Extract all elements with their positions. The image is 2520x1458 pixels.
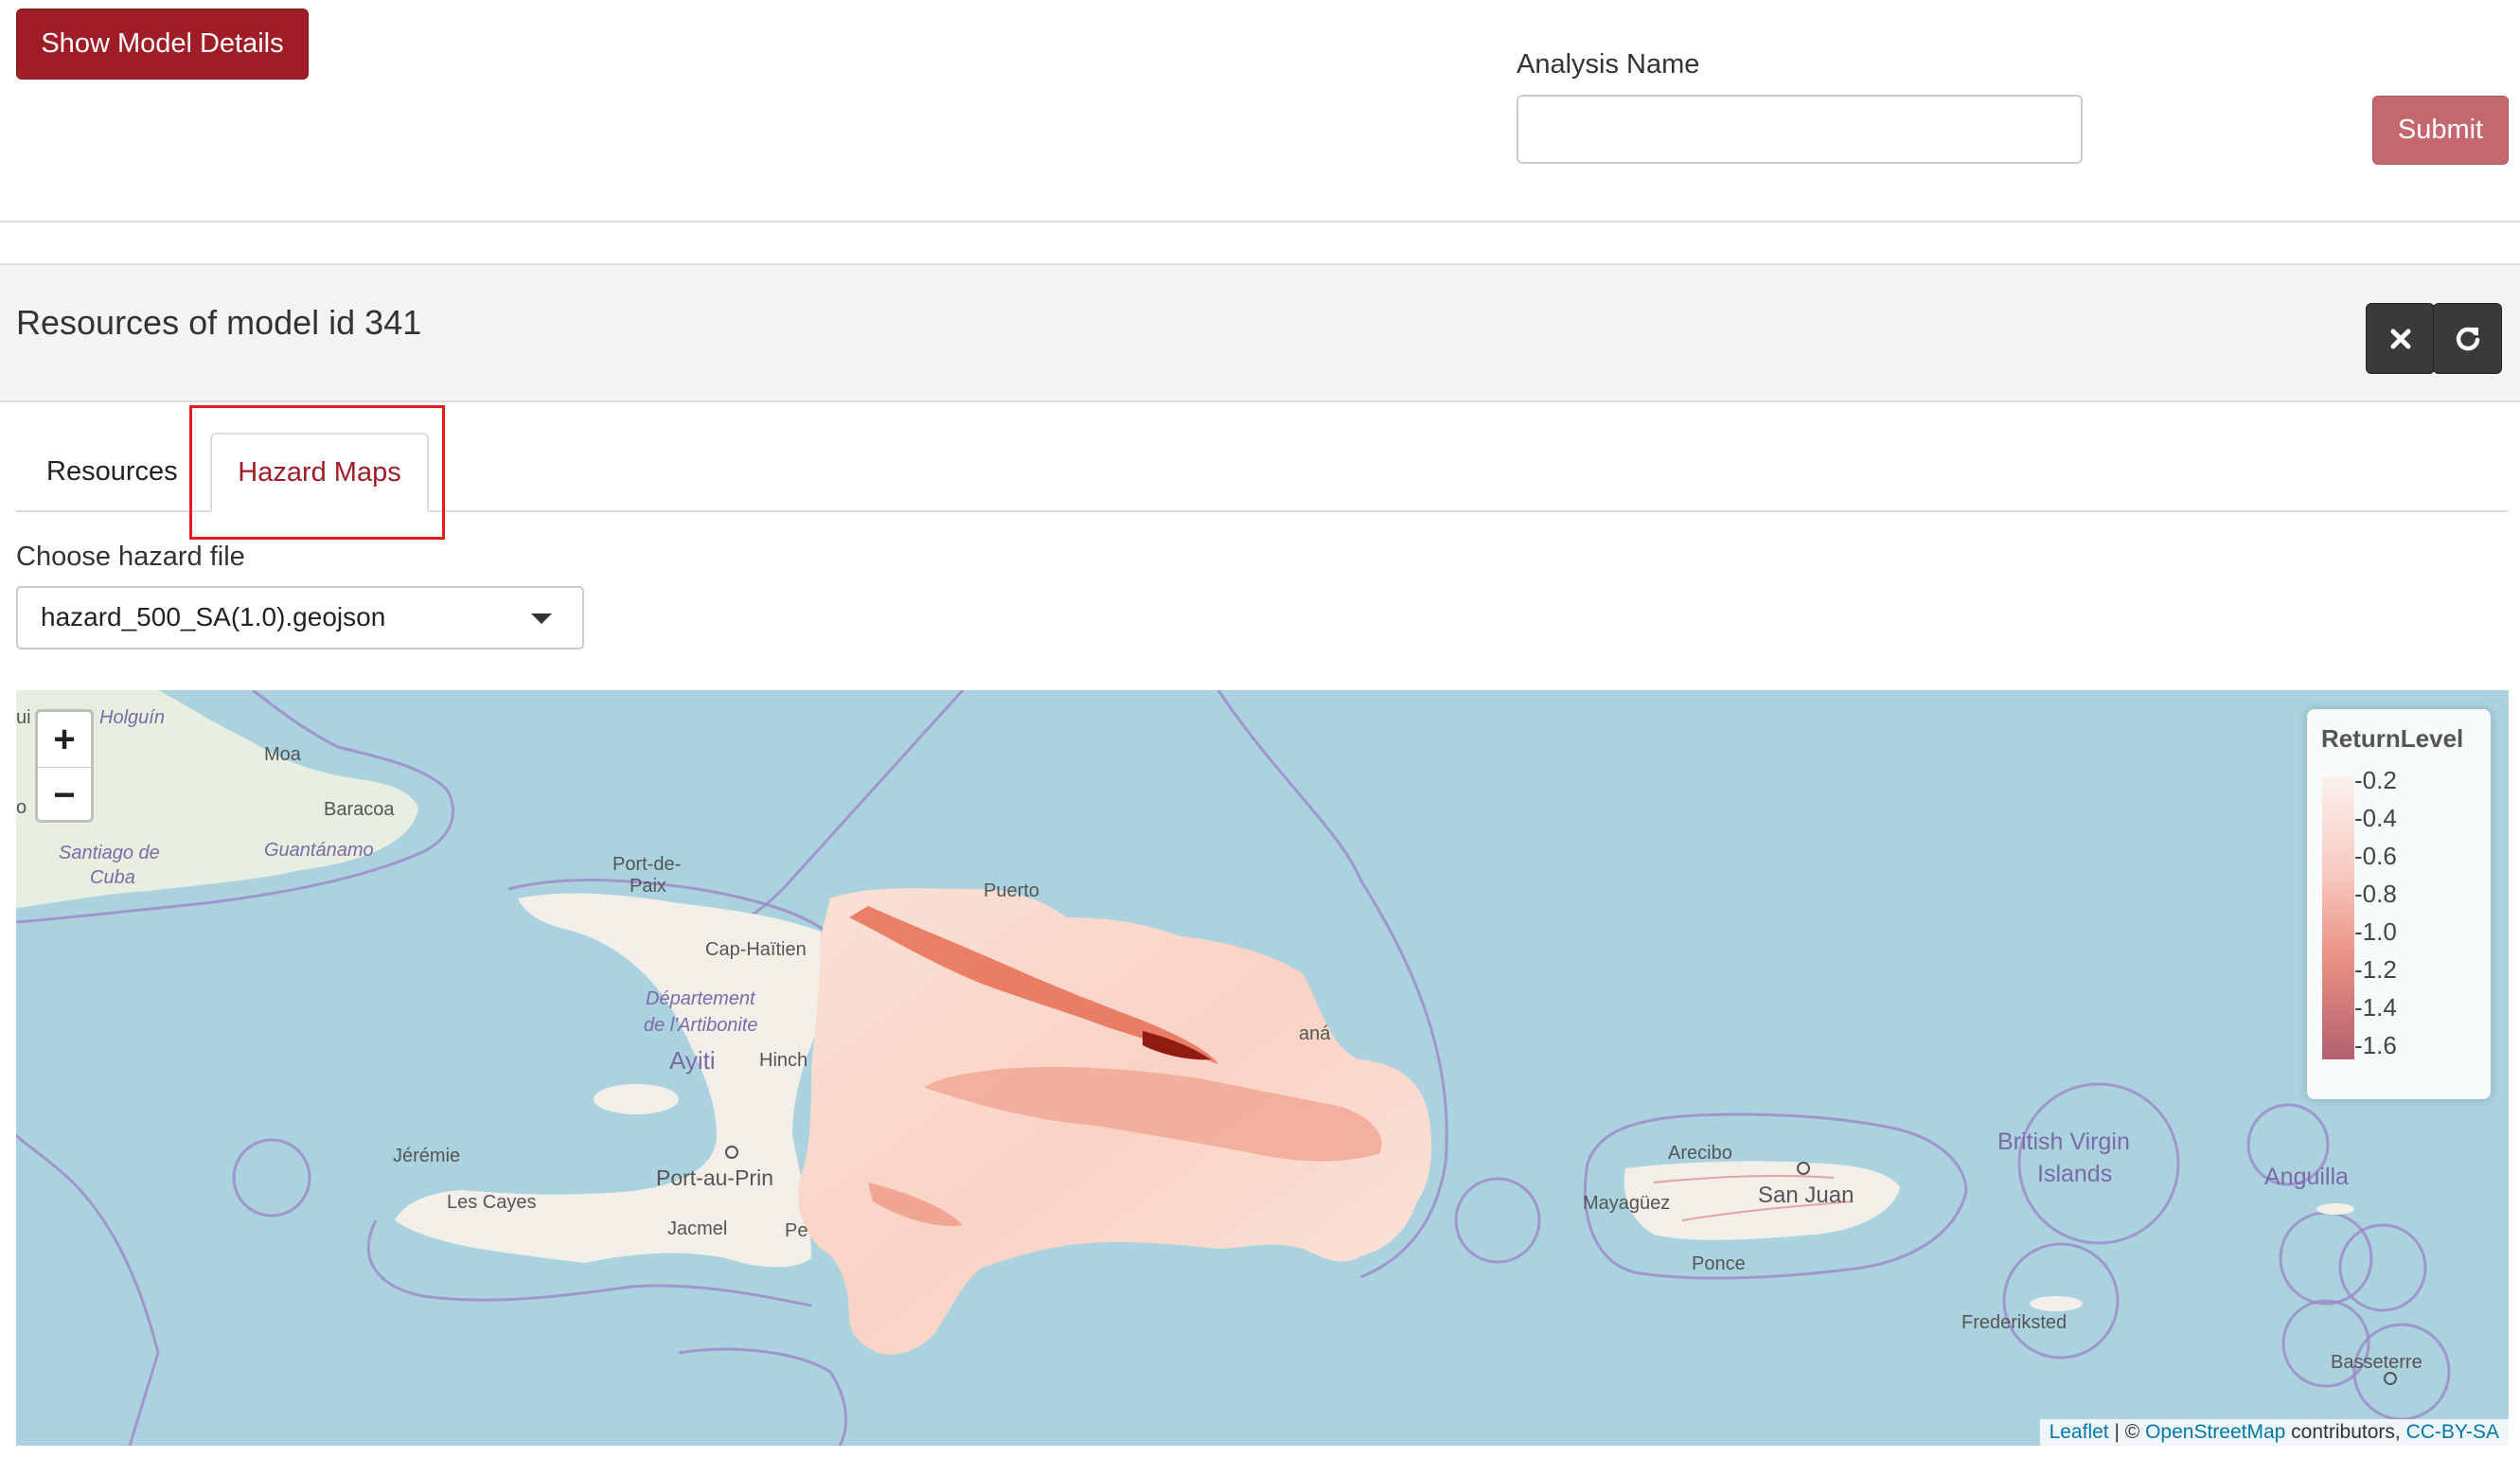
legend-tick: -0.6 bbox=[2354, 842, 2397, 870]
close-button[interactable] bbox=[2366, 303, 2435, 374]
place-label: de l'Artibonite bbox=[644, 1015, 758, 1036]
place-label: Santiago de bbox=[59, 843, 160, 863]
place-label: Guantánamo bbox=[264, 840, 374, 861]
analysis-name-label: Analysis Name bbox=[1517, 49, 1700, 80]
legend-tick: -0.4 bbox=[2354, 804, 2397, 832]
place-label: Hinch bbox=[759, 1050, 807, 1071]
place-label: Cuba bbox=[90, 867, 135, 888]
osm-link[interactable]: OpenStreetMap bbox=[2145, 1421, 2285, 1443]
place-label: Jérémie bbox=[393, 1146, 460, 1166]
navassa-ring bbox=[232, 1138, 311, 1218]
hazard-map[interactable]: Holguín Moa Baracoa Santiago de Cuba Gua… bbox=[16, 690, 2509, 1446]
place-label: Port-au-Prin bbox=[656, 1165, 773, 1190]
legend-color-bar bbox=[2322, 775, 2354, 1059]
legend-tick: -0.8 bbox=[2354, 880, 2397, 908]
chevron-down-icon bbox=[531, 613, 552, 624]
legend-tick: -1.2 bbox=[2354, 955, 2397, 984]
place-label: Anguilla bbox=[2264, 1164, 2349, 1190]
maritime-border bbox=[678, 1347, 848, 1446]
tortuga-island bbox=[650, 908, 726, 927]
attribution-separator: | © bbox=[2108, 1421, 2146, 1443]
divider bbox=[0, 221, 2520, 222]
place-label: Paix bbox=[630, 876, 666, 897]
refresh-icon bbox=[2456, 327, 2479, 350]
place-label: San Juan bbox=[1758, 1182, 1854, 1208]
zoom-control: + − bbox=[35, 709, 94, 823]
legend: ReturnLevel -0.2 -0.4 -0.6 -0.8 -1.0 -1.… bbox=[2307, 709, 2491, 1099]
map-attribution: Leaflet | © OpenStreetMap contributors, … bbox=[2039, 1419, 2509, 1446]
panel-header: Resources of model id 341 bbox=[0, 263, 2520, 402]
zoom-out-button[interactable]: − bbox=[38, 768, 91, 820]
city-marker bbox=[2384, 1372, 2397, 1385]
place-label: Holguín bbox=[99, 707, 165, 728]
place-label: Pe bbox=[785, 1220, 807, 1241]
hazard-file-select[interactable]: hazard_500_SA(1.0).geojson bbox=[16, 586, 584, 649]
st-croix-island bbox=[2030, 1296, 2083, 1311]
place-label: Puerto bbox=[984, 880, 1039, 901]
stbarts-ring bbox=[2338, 1223, 2427, 1312]
license-link[interactable]: CC-BY-SA bbox=[2406, 1421, 2499, 1443]
legend-tick: -1.6 bbox=[2354, 1031, 2397, 1059]
place-label: British Virgin bbox=[1997, 1129, 2130, 1155]
place-label: Frederiksted bbox=[1961, 1312, 2067, 1333]
map-canvas: Holguín Moa Baracoa Santiago de Cuba Gua… bbox=[16, 690, 2451, 1446]
zoom-in-button[interactable]: + bbox=[38, 712, 91, 768]
place-label: Département bbox=[646, 988, 756, 1009]
analysis-name-input[interactable] bbox=[1517, 95, 2083, 164]
place-label: Cap-Haïtien bbox=[705, 939, 807, 960]
place-label: aná bbox=[1299, 1023, 1331, 1044]
show-model-details-button[interactable]: Show Model Details bbox=[16, 9, 309, 80]
place-label: Les Cayes bbox=[447, 1192, 537, 1213]
anguilla-island bbox=[2316, 1203, 2354, 1215]
place-label: Ayiti bbox=[669, 1046, 716, 1075]
place-label: Basseterre bbox=[2331, 1352, 2422, 1373]
gonave-island bbox=[594, 1084, 679, 1114]
attribution-contributors: contributors, bbox=[2285, 1421, 2406, 1443]
hazard-file-selected-value: hazard_500_SA(1.0).geojson bbox=[41, 602, 386, 631]
place-label: Mayagüez bbox=[1583, 1193, 1670, 1214]
place-label: Islands bbox=[2037, 1161, 2112, 1187]
highlight-box bbox=[189, 405, 445, 540]
close-icon bbox=[2390, 329, 2410, 348]
place-label: Arecibo bbox=[1668, 1143, 1732, 1164]
place-label: Moa bbox=[264, 744, 302, 765]
place-label: Port-de- bbox=[612, 854, 681, 875]
place-label: Ponce bbox=[1692, 1254, 1746, 1274]
place-label: Baracoa bbox=[324, 799, 395, 820]
tab-resources[interactable]: Resources bbox=[46, 456, 178, 488]
place-label: o bbox=[16, 797, 27, 818]
mona-ring bbox=[1454, 1177, 1541, 1264]
legend-title: ReturnLevel bbox=[2321, 724, 2464, 753]
place-label: ui bbox=[16, 707, 31, 728]
refresh-button[interactable] bbox=[2433, 303, 2502, 374]
leaflet-link[interactable]: Leaflet bbox=[2050, 1421, 2109, 1443]
legend-tick: -0.2 bbox=[2354, 766, 2397, 794]
choose-hazard-file-label: Choose hazard file bbox=[16, 542, 245, 572]
legend-tick: -1.4 bbox=[2354, 993, 2397, 1022]
submit-button[interactable]: Submit bbox=[2372, 96, 2509, 165]
legend-tick: -1.0 bbox=[2354, 917, 2397, 946]
maritime-border bbox=[16, 1133, 160, 1446]
place-label: Jacmel bbox=[667, 1218, 727, 1239]
panel-title: Resources of model id 341 bbox=[16, 303, 422, 342]
stmartin-ring bbox=[2279, 1211, 2373, 1306]
